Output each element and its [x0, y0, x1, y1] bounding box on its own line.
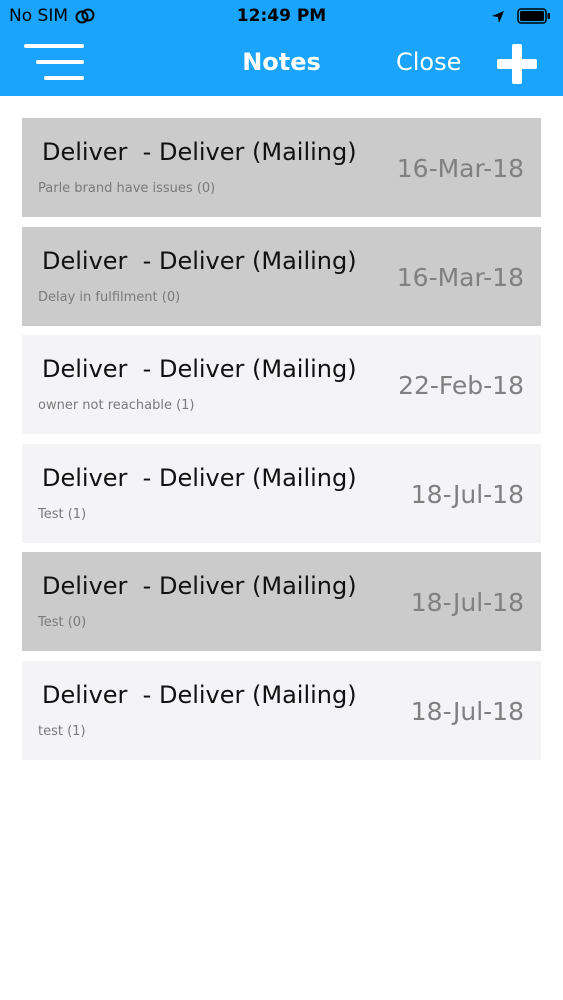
status-bar: No SIM 12:49 PM [0, 0, 563, 32]
add-note-button[interactable] [495, 42, 539, 86]
nav-bar: Notes Close [0, 32, 563, 96]
note-row[interactable]: Deliver - Deliver (Mailing) test (1) 18-… [22, 660, 541, 760]
note-subtitle: owner not reachable (1) [38, 398, 195, 413]
close-button[interactable]: Close [396, 48, 461, 76]
plus-icon [495, 44, 539, 90]
note-subtitle: Parle brand have issues (0) [38, 181, 216, 196]
note-row[interactable]: Deliver - Deliver (Mailing) owner not re… [22, 335, 541, 434]
status-time: 12:49 PM [236, 6, 327, 26]
note-title: Deliver - Deliver (Mailing) [42, 572, 357, 600]
note-row[interactable]: Deliver - Deliver (Mailing) Test (0) 18-… [22, 552, 541, 651]
location-arrow-icon [491, 9, 505, 29]
battery-icon [517, 8, 551, 29]
note-title: Deliver - Deliver (Mailing) [42, 138, 357, 166]
note-date: 16-Mar-18 [396, 154, 524, 183]
note-row[interactable]: Deliver - Deliver (Mailing) Delay in ful… [22, 226, 541, 326]
note-subtitle: Test (0) [38, 615, 87, 630]
note-date: 18-Jul-18 [410, 696, 524, 726]
page-title: Notes [242, 48, 321, 76]
note-title: Deliver - Deliver (Mailing) [42, 463, 357, 492]
note-title: Deliver - Deliver (Mailing) [42, 355, 357, 383]
note-row[interactable]: Deliver - Deliver (Mailing) Parle brand … [22, 118, 541, 217]
note-subtitle: Test (1) [38, 506, 87, 522]
status-icons [491, 8, 551, 29]
app-header: No SIM 12:49 PM Notes Close [0, 0, 563, 96]
note-row[interactable]: Deliver - Deliver (Mailing) Test (1) 18-… [22, 443, 541, 543]
note-title: Deliver - Deliver (Mailing) [42, 246, 357, 275]
note-subtitle: test (1) [38, 723, 86, 739]
note-title: Deliver - Deliver (Mailing) [42, 680, 357, 709]
note-date: 18-Jul-18 [410, 588, 524, 617]
note-date: 16-Mar-18 [396, 262, 524, 292]
notes-list: Deliver - Deliver (Mailing) Parle brand … [22, 118, 541, 769]
note-date: 18-Jul-18 [410, 479, 524, 509]
note-subtitle: Delay in fulfilment (0) [38, 289, 181, 305]
note-date: 22-Feb-18 [398, 371, 524, 400]
